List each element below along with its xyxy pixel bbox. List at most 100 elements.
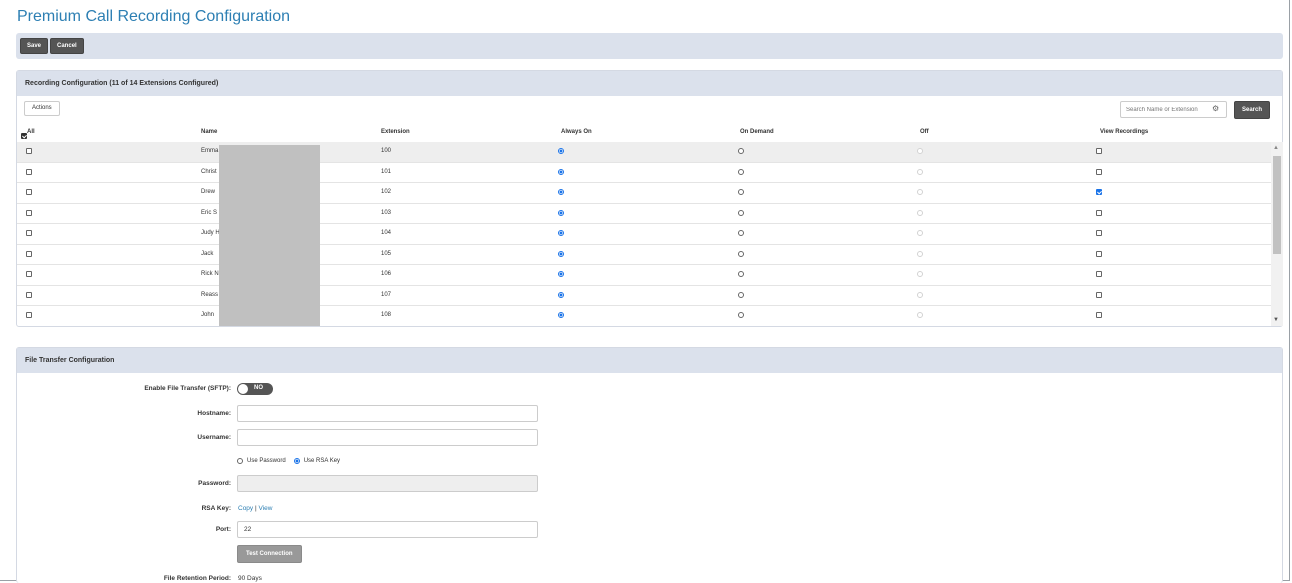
cancel-button[interactable]: Cancel (50, 38, 84, 54)
row-select-checkbox[interactable] (26, 209, 32, 216)
row-name: Jack (201, 250, 214, 257)
view-recordings-checkbox[interactable] (1096, 189, 1102, 195)
view-recordings-checkbox[interactable] (1096, 271, 1102, 277)
use-rsa-key-radio[interactable] (293, 458, 300, 464)
row-select-checkbox[interactable] (26, 291, 32, 298)
username-label: Username: (197, 434, 231, 441)
table-row[interactable]: Christ 101 (17, 163, 1271, 183)
view-recordings-checkbox[interactable] (1096, 209, 1102, 216)
file-transfer-panel-title: File Transfer Configuration (17, 348, 1282, 373)
row-select-checkbox[interactable] (26, 312, 32, 318)
always-on-radio[interactable] (558, 230, 564, 236)
view-recordings-checkbox[interactable] (1096, 230, 1102, 236)
row-select-checkbox[interactable] (26, 148, 32, 154)
row-select-checkbox[interactable] (26, 230, 32, 236)
row-name: Drew (201, 189, 216, 195)
table-row[interactable]: Reass 107 (17, 286, 1271, 306)
table-row[interactable]: Rick N 106 (17, 265, 1271, 286)
off-radio[interactable] (917, 230, 923, 236)
row-extension: 100 (381, 148, 392, 154)
table-scrollbar[interactable]: ▲ ▼ (1271, 142, 1283, 326)
off-radio[interactable] (917, 250, 923, 257)
view-recordings-checkbox[interactable] (1096, 291, 1102, 298)
row-name: Christ (201, 168, 217, 175)
rsa-copy-link[interactable]: Copy (238, 505, 253, 512)
on-demand-radio[interactable] (738, 291, 744, 298)
always-on-radio[interactable] (558, 168, 564, 175)
row-select-checkbox[interactable] (26, 271, 32, 277)
on-demand-radio[interactable] (738, 189, 744, 195)
row-extension: 105 (381, 250, 392, 257)
save-button[interactable]: Save (20, 38, 49, 54)
row-extension: 103 (381, 209, 392, 216)
password-label: Password: (198, 480, 231, 487)
row-select-checkbox[interactable] (26, 189, 32, 195)
always-on-radio[interactable] (558, 250, 564, 257)
select-all-checkbox[interactable]: All (21, 128, 35, 139)
on-demand-radio[interactable] (738, 148, 744, 154)
recording-configuration-panel: Recording Configuration (11 of 14 Extens… (16, 70, 1283, 327)
table-row[interactable]: Emma 100 (17, 142, 1271, 163)
enable-sftp-toggle[interactable]: NO (237, 383, 273, 395)
row-select-checkbox[interactable] (26, 168, 32, 175)
on-demand-radio[interactable] (738, 312, 744, 318)
table-row[interactable]: Drew 102 (17, 183, 1271, 204)
table-row[interactable]: Judy H 104 (17, 224, 1271, 245)
table-row[interactable]: Jack 105 (17, 245, 1271, 265)
row-select-checkbox[interactable] (26, 250, 32, 257)
rsa-view-link[interactable]: View (259, 505, 273, 512)
always-on-radio[interactable] (558, 189, 564, 195)
actions-button[interactable]: Actions (24, 101, 60, 116)
on-demand-radio[interactable] (738, 250, 744, 257)
always-on-radio[interactable] (558, 312, 564, 318)
view-recordings-checkbox[interactable] (1096, 250, 1102, 257)
retention-value: 90 Days (238, 575, 262, 582)
table-row[interactable]: John 108 (17, 306, 1271, 326)
row-extension: 104 (381, 230, 392, 236)
on-demand-radio[interactable] (738, 168, 744, 175)
use-password-label: Use Password (247, 458, 286, 464)
scroll-up-icon[interactable]: ▲ (1273, 145, 1279, 151)
port-input[interactable] (237, 521, 538, 538)
select-all-label: All (27, 129, 35, 135)
username-input[interactable] (237, 429, 538, 446)
off-radio[interactable] (917, 189, 923, 195)
search-button[interactable]: Search (1234, 101, 1271, 119)
column-view-recordings: View Recordings (1100, 129, 1149, 135)
hostname-label: Hostname: (197, 410, 231, 417)
hostname-input[interactable] (237, 405, 538, 422)
recording-panel-title: Recording Configuration (11 of 14 Extens… (17, 71, 1282, 96)
column-extension[interactable]: Extension (381, 129, 410, 135)
always-on-radio[interactable] (558, 291, 564, 298)
off-radio[interactable] (917, 168, 923, 175)
test-connection-button[interactable]: Test Connection (237, 545, 302, 563)
scroll-thumb[interactable] (1273, 156, 1281, 254)
column-name[interactable]: Name (201, 129, 217, 135)
off-radio[interactable] (917, 291, 923, 298)
off-radio[interactable] (917, 209, 923, 216)
view-recordings-checkbox[interactable] (1096, 148, 1102, 154)
view-recordings-checkbox[interactable] (1096, 168, 1102, 175)
column-off: Off (920, 129, 929, 135)
gear-icon[interactable]: ⚙ (1212, 104, 1219, 113)
row-name: John (201, 312, 215, 318)
off-radio[interactable] (917, 148, 923, 154)
on-demand-radio[interactable] (738, 230, 744, 236)
off-radio[interactable] (917, 312, 923, 318)
use-password-radio[interactable] (237, 458, 243, 464)
on-demand-radio[interactable] (738, 209, 744, 216)
always-on-radio[interactable] (558, 271, 564, 277)
off-radio[interactable] (917, 271, 923, 277)
row-name: Emma (201, 148, 219, 154)
password-input[interactable] (237, 475, 538, 492)
extensions-table: Emma 100 Christ 101 Drew 102 Eric S 103 Judy H 10… (17, 142, 1271, 326)
table-row[interactable]: Eric S 103 (17, 204, 1271, 224)
always-on-radio[interactable] (558, 148, 564, 154)
redacted-names-block (219, 145, 320, 326)
auth-method-group: Use Password Use RSA Key (237, 458, 340, 464)
always-on-radio[interactable] (558, 209, 564, 216)
view-recordings-checkbox[interactable] (1096, 312, 1102, 318)
scroll-down-icon[interactable]: ▼ (1273, 317, 1279, 323)
search-input[interactable] (1120, 101, 1227, 118)
on-demand-radio[interactable] (738, 271, 744, 277)
